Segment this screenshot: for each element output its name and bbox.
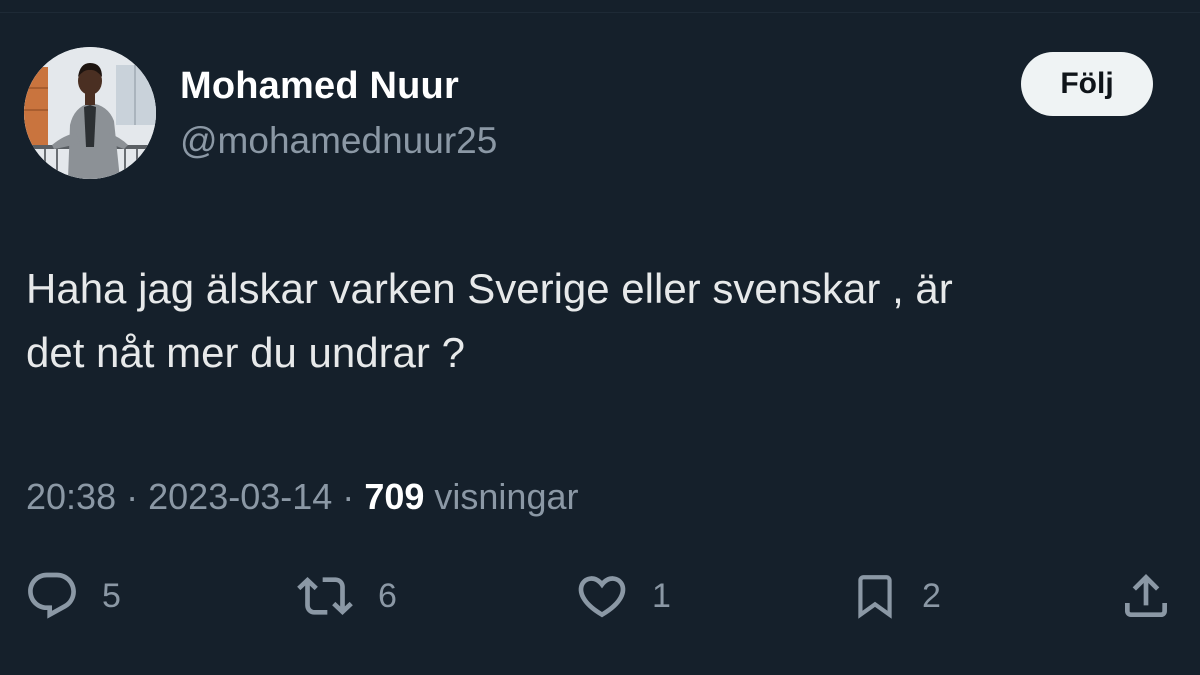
heart-icon: [578, 576, 626, 618]
reply-count: 5: [102, 576, 121, 615]
avatar[interactable]: [24, 47, 156, 179]
tweet-date[interactable]: 2023-03-14: [148, 476, 332, 517]
author-display-name[interactable]: Mohamed Nuur: [180, 65, 459, 108]
views-count: 709: [364, 476, 425, 517]
retweet-button[interactable]: 6: [294, 568, 397, 624]
top-divider: [0, 0, 1200, 13]
tweet-text-line: Haha jag älskar varken Sverige eller sve…: [26, 265, 953, 312]
tweet-meta: 20:38 · 2023-03-14 · 709 visningar: [26, 476, 578, 518]
like-count: 1: [652, 576, 671, 615]
meta-separator: ·: [342, 476, 355, 517]
reply-button[interactable]: 5: [24, 568, 121, 624]
retweet-count: 6: [378, 576, 397, 615]
views-label: visningar: [434, 476, 579, 517]
tweet-time[interactable]: 20:38: [26, 476, 116, 517]
bookmark-button[interactable]: 2: [850, 568, 941, 624]
retweet-icon: [297, 577, 353, 615]
bookmark-icon: [858, 575, 892, 619]
reply-icon: [28, 572, 76, 619]
share-button[interactable]: [1116, 568, 1176, 624]
like-button[interactable]: 1: [574, 568, 671, 624]
profile-photo-icon: [24, 47, 156, 179]
author-handle[interactable]: @mohamednuur25: [180, 120, 497, 162]
tweet-text: Haha jag älskar varken Sverige eller sve…: [26, 257, 1146, 385]
tweet-card: Mohamed Nuur @mohamednuur25 Följ Haha ja…: [0, 13, 1200, 675]
bookmark-count: 2: [922, 576, 941, 615]
tweet-text-line: det nåt mer du undrar ?: [26, 329, 465, 376]
meta-separator: ·: [126, 476, 139, 517]
follow-button[interactable]: Följ: [1021, 52, 1153, 116]
share-icon: [1125, 574, 1167, 617]
